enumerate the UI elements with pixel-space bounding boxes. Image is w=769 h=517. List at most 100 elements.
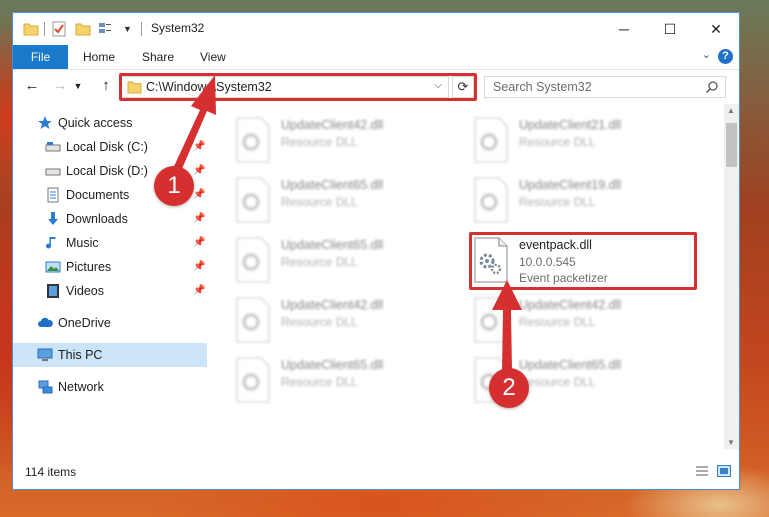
expand-ribbon-icon[interactable]: ⌄	[702, 48, 711, 61]
videos-icon	[47, 284, 59, 298]
recent-locations-button[interactable]: ▼	[73, 77, 83, 95]
file-type: Resource DLL	[519, 135, 596, 149]
file-type: Resource DLL	[281, 375, 358, 389]
file-name: UpdateClient42.dll	[281, 118, 384, 132]
details-view-icon[interactable]	[695, 465, 709, 477]
close-button[interactable]: ✕	[693, 13, 739, 45]
window-title: System32	[151, 21, 205, 35]
sidebar-item-label: Pictures	[66, 260, 112, 274]
tiles-view-icon[interactable]	[717, 465, 731, 477]
file-name: UpdateClient65.dll	[519, 358, 622, 372]
highlight-eventpack-file	[469, 232, 697, 290]
up-button[interactable]: ↑	[97, 77, 115, 95]
sidebar-item-label: Local Disk (D:)	[66, 164, 148, 178]
sidebar-item-label: Local Disk (C:)	[66, 140, 148, 154]
search-input[interactable]	[485, 77, 703, 97]
pin-icon[interactable]: 📌	[193, 285, 205, 296]
file-item[interactable]: UpdateClient65.dll Resource DLL	[233, 174, 453, 230]
file-type: Resource DLL	[281, 315, 358, 329]
help-icon[interactable]: ?	[718, 49, 733, 64]
dll-file-icon	[236, 117, 270, 163]
file-name: UpdateClient42.dll	[281, 298, 384, 312]
file-name: UpdateClient65.dll	[281, 178, 384, 192]
file-item[interactable]: UpdateClient21.dll Resource DLL	[471, 114, 691, 170]
pictures-icon	[45, 261, 61, 273]
download-icon	[48, 212, 58, 225]
search-box[interactable]	[484, 76, 726, 98]
navigation-bar: ← → ▼ ↑ C:\Windows\System32 ⌵ ⟳	[13, 70, 739, 103]
file-item[interactable]: UpdateClient65.dll Resource DLL	[233, 354, 453, 410]
sidebar-item-label: This PC	[58, 348, 103, 362]
sidebar-item-label: Downloads	[66, 212, 128, 226]
sidebar-item-network[interactable]: Network	[13, 375, 207, 399]
sidebar-item-pictures[interactable]: Pictures 📌	[13, 255, 207, 279]
sidebar-item-label: Videos	[66, 284, 104, 298]
vertical-scrollbar[interactable]: ▲ ▼	[724, 104, 739, 449]
sidebar-item-quick-access[interactable]: Quick access	[13, 111, 207, 135]
forward-button[interactable]: →	[51, 77, 69, 95]
sidebar-item-label: Documents	[66, 188, 130, 202]
properties-check-icon[interactable]	[52, 21, 66, 37]
tab-file[interactable]: File	[13, 45, 68, 69]
file-type: Resource DLL	[519, 195, 596, 209]
customize-icon[interactable]	[98, 21, 112, 37]
item-count: 114 items	[25, 465, 77, 479]
file-item[interactable]: UpdateClient65.dll Resource DLL	[233, 234, 453, 290]
sidebar-item-onedrive[interactable]: OneDrive	[13, 311, 207, 335]
dll-file-icon	[474, 117, 508, 163]
step-badge-1: 1	[154, 166, 194, 206]
search-icon[interactable]	[705, 80, 719, 94]
step-badge-2: 2	[489, 368, 529, 408]
file-type: Resource DLL	[519, 315, 596, 329]
file-item[interactable]: UpdateClient42.dll Resource DLL	[233, 114, 453, 170]
sidebar-item-this-pc[interactable]: This PC	[13, 343, 207, 367]
file-item[interactable]: UpdateClient42.dll Resource DLL	[471, 294, 691, 350]
sidebar-item-local-disk-c[interactable]: Local Disk (C:) 📌	[13, 135, 207, 159]
title-bar: ▼ System32 ─ ☐ ✕	[13, 13, 739, 45]
sidebar-item-label: OneDrive	[58, 316, 111, 330]
tab-view[interactable]: View	[200, 45, 226, 69]
computer-icon	[37, 348, 53, 361]
drive-icon	[45, 142, 61, 152]
file-item[interactable]: UpdateClient19.dll Resource DLL	[471, 174, 691, 230]
highlight-address-box	[119, 73, 477, 101]
pin-icon[interactable]: 📌	[193, 165, 205, 176]
navigation-pane: Quick access Local Disk (C:) 📌 Local Dis…	[13, 104, 207, 449]
sidebar-item-label: Quick access	[58, 116, 133, 130]
file-type: Resource DLL	[281, 135, 358, 149]
cloud-icon	[38, 317, 53, 327]
file-name: UpdateClient42.dll	[519, 298, 622, 312]
scroll-thumb[interactable]	[726, 123, 737, 167]
scroll-up-icon[interactable]: ▲	[727, 106, 735, 115]
star-icon	[38, 116, 52, 129]
tab-share[interactable]: Share	[142, 45, 174, 69]
folder-icon[interactable]	[23, 21, 39, 37]
pin-icon[interactable]: 📌	[193, 237, 205, 248]
chevron-down-icon[interactable]: ▼	[123, 21, 133, 37]
file-item[interactable]: UpdateClient42.dll Resource DLL	[233, 294, 453, 350]
new-folder-icon[interactable]	[75, 21, 91, 37]
minimize-button[interactable]: ─	[601, 13, 647, 45]
ribbon-tabs: File Home Share View ⌄ ?	[13, 45, 739, 70]
pin-icon[interactable]: 📌	[193, 189, 205, 200]
sidebar-item-videos[interactable]: Videos 📌	[13, 279, 207, 303]
pin-icon[interactable]: 📌	[193, 213, 205, 224]
pin-icon[interactable]: 📌	[193, 261, 205, 272]
network-icon	[38, 380, 53, 394]
dll-file-icon	[236, 237, 270, 283]
maximize-button[interactable]: ☐	[647, 13, 693, 45]
separator	[141, 22, 142, 36]
scroll-down-icon[interactable]: ▼	[727, 438, 735, 447]
dll-file-icon	[474, 297, 508, 343]
tab-home[interactable]: Home	[83, 45, 115, 69]
explorer-window: ▼ System32 ─ ☐ ✕ File Home Share View ⌄ …	[12, 12, 740, 490]
drive-icon	[45, 168, 61, 176]
file-name: UpdateClient19.dll	[519, 178, 622, 192]
back-button[interactable]: ←	[23, 77, 41, 95]
file-type: Resource DLL	[281, 255, 358, 269]
separator	[44, 22, 45, 36]
sidebar-item-music[interactable]: Music 📌	[13, 231, 207, 255]
dll-file-icon	[236, 357, 270, 403]
sidebar-item-downloads[interactable]: Downloads 📌	[13, 207, 207, 231]
pin-icon[interactable]: 📌	[193, 141, 205, 152]
